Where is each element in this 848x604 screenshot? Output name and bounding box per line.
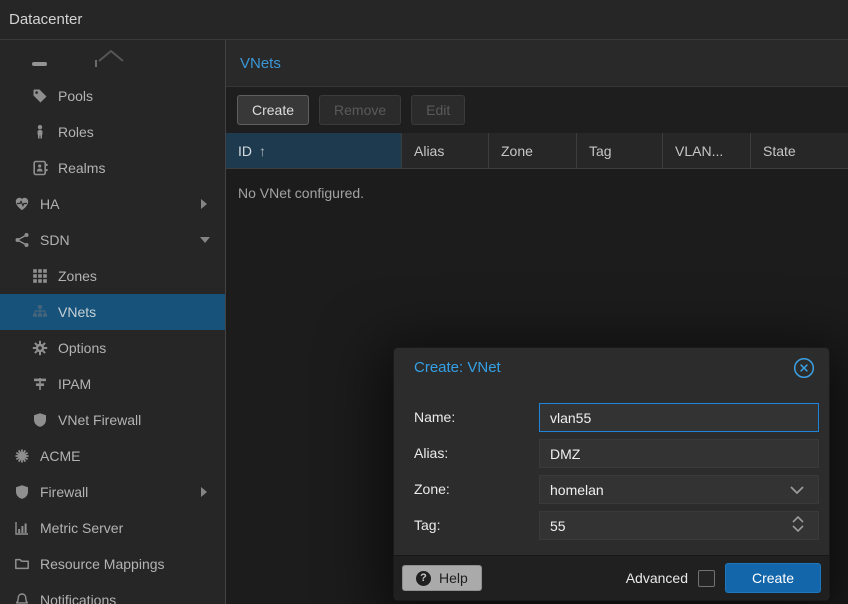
heartbeat-icon [12, 196, 32, 212]
edit-button[interactable]: Edit [411, 95, 465, 125]
sidebar-item-pools[interactable]: Pools [0, 78, 225, 114]
table-header: ID ↑ Alias Zone Tag VLAN... State [226, 133, 848, 169]
alias-input[interactable] [539, 439, 819, 468]
column-header-tag[interactable]: Tag [577, 133, 663, 168]
sidebar-item-label: Firewall [40, 484, 88, 500]
app-header: Datacenter [0, 0, 848, 40]
sidebar-item-metric-server[interactable]: Metric Server [0, 510, 225, 546]
grid-icon [30, 268, 50, 284]
map-signs-icon [30, 376, 50, 392]
sidebar-item-label: Resource Mappings [40, 556, 165, 572]
tag-spinner[interactable] [539, 511, 819, 540]
sidebar-item-label: Realms [58, 160, 105, 176]
advanced-label: Advanced [626, 570, 688, 586]
proxmox-datacenter-window: Datacenter Pools Roles [0, 0, 848, 604]
panel-header: VNets [226, 40, 848, 87]
sidebar-item-options[interactable]: Options [0, 330, 225, 366]
sidebar-item-ha[interactable]: HA [0, 186, 225, 222]
empty-table-message: No VNet configured. [238, 185, 836, 201]
folder-icon [12, 556, 32, 572]
bar-chart-icon [12, 520, 32, 536]
sidebar-item-vnets[interactable]: VNets [0, 294, 225, 330]
zone-select[interactable] [539, 475, 819, 504]
dialog-header: Create: VNet [394, 348, 829, 387]
chevron-up-icon [96, 48, 126, 64]
sidebar-item-label: HA [40, 196, 59, 212]
sort-ascending-icon: ↑ [259, 143, 266, 159]
chevron-right-icon [201, 487, 207, 497]
dialog-footer: ? Help Advanced Create [394, 555, 829, 600]
column-header-vlan[interactable]: VLAN... [663, 133, 751, 168]
page-title: Datacenter [9, 11, 82, 28]
create-vnet-dialog: Create: VNet Name: Alias: Zone: Tag: [393, 347, 830, 601]
config-sidebar: Pools Roles Realms HA [0, 40, 226, 604]
dialog-title: Create: VNet [414, 359, 501, 376]
sidebar-item-label: VNet Firewall [58, 412, 141, 428]
zone-field-row: Zone: [414, 475, 812, 504]
tags-icon [30, 88, 50, 104]
sidebar-item-vnet-firewall[interactable]: VNet Firewall [0, 402, 225, 438]
create-button[interactable]: Create [237, 95, 309, 125]
sidebar-item-sdn[interactable]: SDN [0, 222, 225, 258]
name-field-row: Name: [414, 403, 812, 432]
share-nodes-icon [12, 232, 32, 248]
sidebar-item-label: Metric Server [40, 520, 123, 536]
sidebar-item-label: ACME [40, 448, 80, 464]
alias-field-row: Alias: [414, 439, 812, 468]
bell-icon [12, 592, 32, 604]
question-circle-icon: ? [416, 571, 431, 586]
column-header-alias[interactable]: Alias [402, 133, 489, 168]
help-button[interactable]: ? Help [402, 565, 482, 591]
shield-icon [30, 412, 50, 428]
column-header-id[interactable]: ID ↑ [226, 133, 402, 168]
sidebar-item-resource-mappings[interactable]: Resource Mappings [0, 546, 225, 582]
sidebar-item-acme[interactable]: ACME [0, 438, 225, 474]
column-header-zone[interactable]: Zone [489, 133, 577, 168]
sidebar-item-label: VNets [58, 304, 96, 320]
vnets-toolbar: Create Remove Edit [226, 87, 848, 133]
sidebar-item-label: Zones [58, 268, 97, 284]
tree-scroll-up-indicator[interactable] [0, 40, 225, 78]
tag-field-row: Tag: [414, 511, 812, 540]
column-header-state[interactable]: State [751, 133, 848, 168]
name-input[interactable] [539, 403, 819, 432]
address-book-icon [30, 160, 50, 176]
sidebar-item-ipam[interactable]: IPAM [0, 366, 225, 402]
sidebar-item-label: Notifications [40, 592, 116, 604]
sidebar-item-notifications[interactable]: Notifications [0, 582, 225, 604]
advanced-checkbox[interactable] [698, 570, 715, 587]
sidebar-item-roles[interactable]: Roles [0, 114, 225, 150]
sidebar-item-zones[interactable]: Zones [0, 258, 225, 294]
sidebar-item-label: Roles [58, 124, 94, 140]
remove-button[interactable]: Remove [319, 95, 401, 125]
spinner-up-down-icon[interactable] [792, 516, 804, 532]
panel-title: VNets [240, 55, 281, 72]
certificate-icon [12, 448, 32, 464]
sitemap-icon [30, 304, 50, 320]
sidebar-item-label: Options [58, 340, 106, 356]
close-icon[interactable] [793, 357, 815, 379]
sidebar-item-label: Pools [58, 88, 93, 104]
user-icon [30, 124, 50, 140]
chevron-right-icon [201, 199, 207, 209]
shield-icon [12, 484, 32, 500]
sidebar-item-realms[interactable]: Realms [0, 150, 225, 186]
partial-item-fragment [32, 62, 47, 66]
chevron-down-icon[interactable] [790, 486, 804, 494]
gear-icon [30, 340, 50, 356]
sidebar-item-firewall[interactable]: Firewall [0, 474, 225, 510]
sidebar-item-label: IPAM [58, 376, 91, 392]
sidebar-item-label: SDN [40, 232, 70, 248]
chevron-down-icon [200, 237, 210, 243]
dialog-create-button[interactable]: Create [725, 563, 821, 593]
